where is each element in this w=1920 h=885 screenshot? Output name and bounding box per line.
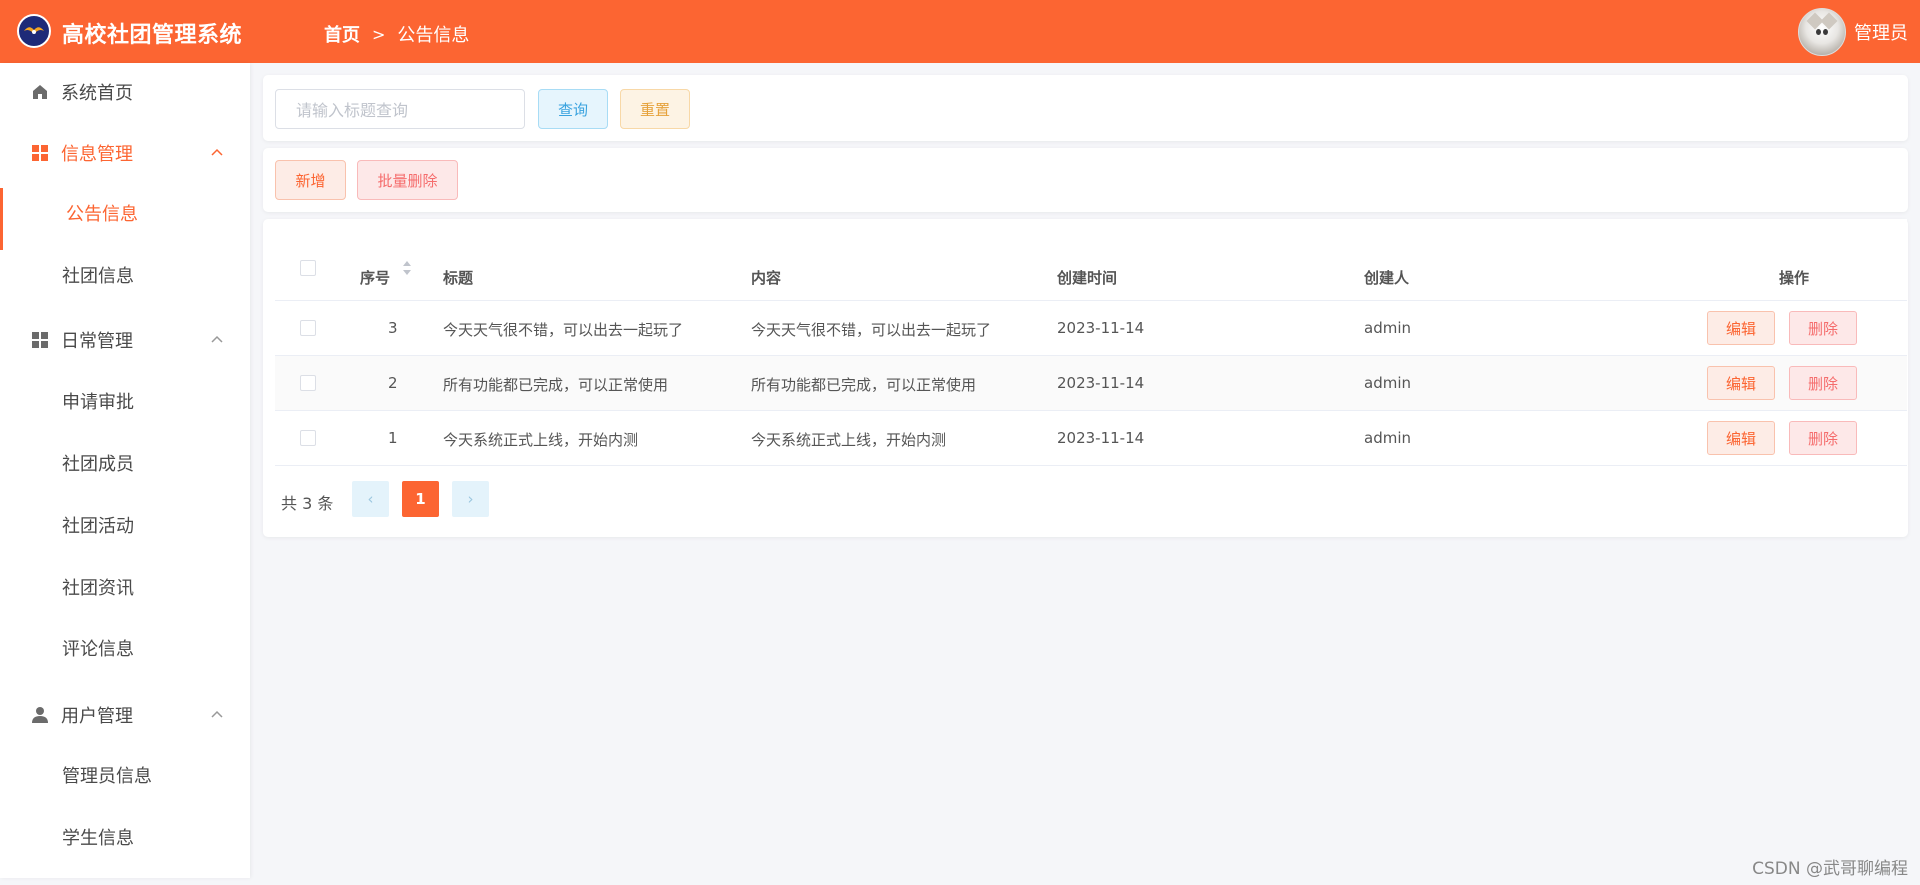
query-button[interactable]: 查询 xyxy=(538,89,608,129)
grid-icon xyxy=(32,332,48,348)
edit-button[interactable]: 编辑 xyxy=(1707,421,1775,455)
sidebar: 系统首页 信息管理 公告信息 社团信息 日常管理 申请审批 社团成员 社团活动 … xyxy=(0,63,250,878)
table-row: 3 今天天气很不错，可以出去一起玩了 今天天气很不错，可以出去一起玩了 2023… xyxy=(275,301,1907,356)
pagination-next-button[interactable]: › xyxy=(452,481,489,517)
sidebar-group-label: 用户管理 xyxy=(61,706,133,727)
search-panel: 请输入标题查询 查询 重置 xyxy=(263,75,1908,141)
toolbar-panel: 新增 批量删除 xyxy=(263,148,1908,212)
chevron-up-icon xyxy=(211,335,223,343)
column-header-created: 创建时间 xyxy=(1057,269,1118,287)
edit-button[interactable]: 编辑 xyxy=(1707,311,1775,345)
breadcrumb: 首页 > 公告信息 xyxy=(324,21,469,47)
breadcrumb-home[interactable]: 首页 xyxy=(324,21,360,47)
chevron-up-icon xyxy=(211,710,223,718)
sidebar-item-news[interactable]: 社团资讯 xyxy=(0,562,250,612)
batch-delete-button[interactable]: 批量删除 xyxy=(357,160,458,200)
breadcrumb-current: 公告信息 xyxy=(397,25,470,46)
sidebar-item-activities[interactable]: 社团活动 xyxy=(0,500,250,550)
user-menu[interactable]: 管理员 xyxy=(1798,8,1908,56)
row-title: 所有功能都已完成，可以正常使用 xyxy=(443,376,669,394)
row-created: 2023-11-14 xyxy=(1057,429,1145,447)
sidebar-item-club-info[interactable]: 社团信息 xyxy=(0,250,250,300)
pagination-page-1[interactable]: 1 xyxy=(402,481,439,517)
column-header-index: 序号 xyxy=(360,269,391,287)
pagination-prev-button[interactable]: ‹ xyxy=(352,481,389,517)
home-icon xyxy=(33,85,47,99)
app-title: 高校社团管理系统 xyxy=(62,23,243,48)
row-creator: admin xyxy=(1364,319,1411,337)
delete-button[interactable]: 删除 xyxy=(1789,311,1857,345)
user-icon xyxy=(32,707,48,723)
delete-button[interactable]: 删除 xyxy=(1789,421,1857,455)
row-checkbox[interactable] xyxy=(300,375,316,391)
sidebar-group-label: 日常管理 xyxy=(61,331,133,352)
row-content: 所有功能都已完成，可以正常使用 xyxy=(751,376,977,394)
chevron-up-icon xyxy=(211,148,223,156)
avatar[interactable] xyxy=(1798,8,1846,56)
sidebar-item-label: 申请审批 xyxy=(62,392,134,413)
column-header-actions: 操作 xyxy=(1779,269,1810,287)
row-checkbox[interactable] xyxy=(300,430,316,446)
sidebar-group-daily[interactable]: 日常管理 xyxy=(0,315,250,365)
breadcrumb-separator: > xyxy=(372,24,386,44)
row-creator: admin xyxy=(1364,374,1411,392)
row-content: 今天天气很不错，可以出去一起玩了 xyxy=(751,321,992,339)
sidebar-item-label: 社团信息 xyxy=(62,266,134,287)
watermark: CSDN @武哥聊编程 xyxy=(1752,859,1908,879)
sidebar-item-label: 社团成员 xyxy=(62,454,134,475)
chevron-left-icon: ‹ xyxy=(367,490,374,508)
sort-icon[interactable] xyxy=(402,260,412,276)
column-header-title: 标题 xyxy=(443,269,474,287)
row-created: 2023-11-14 xyxy=(1057,374,1145,392)
row-index: 3 xyxy=(388,319,398,337)
table-header: 序号 标题 内容 创建时间 创建人 操作 xyxy=(275,219,1907,301)
table-panel: 序号 标题 内容 创建时间 创建人 操作 3 今天天气很不错，可以出去一起玩了 … xyxy=(263,219,1908,537)
reset-button[interactable]: 重置 xyxy=(620,89,690,129)
row-index: 2 xyxy=(388,374,398,392)
row-creator: admin xyxy=(1364,429,1411,447)
sidebar-group-label: 信息管理 xyxy=(61,144,133,165)
app-logo-icon xyxy=(17,14,51,48)
sidebar-item-home[interactable]: 系统首页 xyxy=(0,67,250,117)
sidebar-item-members[interactable]: 社团成员 xyxy=(0,438,250,488)
row-title: 今天天气很不错，可以出去一起玩了 xyxy=(443,321,684,339)
sidebar-item-label: 评论信息 xyxy=(62,639,134,660)
sidebar-item-label: 学生信息 xyxy=(62,828,134,849)
sidebar-item-label: 系统首页 xyxy=(61,83,133,104)
search-input[interactable]: 请输入标题查询 xyxy=(275,89,525,129)
sidebar-group-user[interactable]: 用户管理 xyxy=(0,690,250,740)
top-header: 高校社团管理系统 首页 > 公告信息 管理员 xyxy=(0,0,1920,63)
column-header-creator: 创建人 xyxy=(1364,269,1410,287)
row-index: 1 xyxy=(388,429,398,447)
select-all-checkbox[interactable] xyxy=(300,260,316,276)
grid-icon xyxy=(32,145,48,161)
pagination-total: 共 3 条 xyxy=(281,494,334,513)
delete-button[interactable]: 删除 xyxy=(1789,366,1857,400)
row-created: 2023-11-14 xyxy=(1057,319,1145,337)
sidebar-group-info[interactable]: 信息管理 xyxy=(0,128,250,178)
sidebar-item-label: 社团活动 xyxy=(62,516,134,537)
table-row: 1 今天系统正式上线，开始内测 今天系统正式上线，开始内测 2023-11-14… xyxy=(275,411,1907,466)
add-button[interactable]: 新增 xyxy=(275,160,346,200)
chevron-right-icon: › xyxy=(467,490,474,508)
sidebar-item-admins[interactable]: 管理员信息 xyxy=(0,750,250,800)
sidebar-item-label: 社团资讯 xyxy=(62,578,134,599)
user-name[interactable]: 管理员 xyxy=(1854,19,1908,45)
column-header-content: 内容 xyxy=(751,269,782,287)
sidebar-item-label: 管理员信息 xyxy=(62,766,152,787)
sidebar-item-comments[interactable]: 评论信息 xyxy=(0,623,250,673)
table-row: 2 所有功能都已完成，可以正常使用 所有功能都已完成，可以正常使用 2023-1… xyxy=(275,356,1907,411)
row-title: 今天系统正式上线，开始内测 xyxy=(443,431,639,449)
sidebar-item-students[interactable]: 学生信息 xyxy=(0,812,250,862)
row-content: 今天系统正式上线，开始内测 xyxy=(751,431,947,449)
sidebar-item-label: 公告信息 xyxy=(66,204,138,225)
sidebar-item-approval[interactable]: 申请审批 xyxy=(0,376,250,426)
edit-button[interactable]: 编辑 xyxy=(1707,366,1775,400)
row-checkbox[interactable] xyxy=(300,320,316,336)
sidebar-item-notice[interactable]: 公告信息 xyxy=(0,188,250,250)
